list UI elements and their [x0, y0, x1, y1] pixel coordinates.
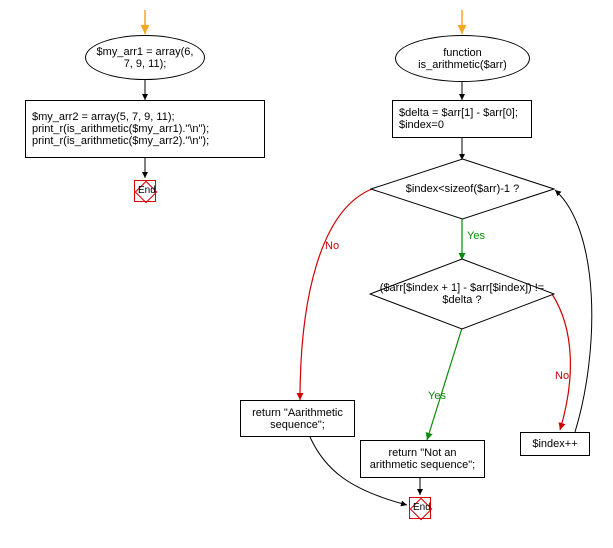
cond2-text: ($arr[$index + 1] - $arr[$index]) != $de…: [377, 282, 547, 306]
process-text-left: $my_arr2 = array(5, 7, 9, 11); print_r(i…: [32, 111, 209, 147]
cond1-yes-label: Yes: [467, 230, 485, 242]
func-ellipse: function is_arithmetic($arr): [395, 35, 530, 82]
start-ellipse-left: $my_arr1 = array(6, 7, 9, 11);: [85, 35, 205, 80]
cond2-yes-label: Yes: [428, 390, 446, 402]
return-b-rect: return "Not an arithmetic sequence";: [360, 440, 485, 478]
end-label-left: End: [138, 185, 156, 196]
increment-text: $index++: [532, 438, 577, 450]
decision-cond1: $index<sizeof($arr)-1 ?: [370, 158, 555, 220]
init-rect: $delta = $arr[1] - $arr[0]; $index=0: [392, 100, 532, 138]
decision-cond2: ($arr[$index + 1] - $arr[$index]) != $de…: [369, 258, 555, 330]
cond1-text: $index<sizeof($arr)-1 ?: [406, 183, 519, 195]
return-a-text: return "Aarithmetic sequence";: [247, 407, 348, 431]
return-b-text: return "Not an arithmetic sequence";: [367, 447, 478, 471]
return-a-rect: return "Aarithmetic sequence";: [240, 400, 355, 437]
func-text: function is_arithmetic($arr): [402, 47, 523, 71]
cond2-no-label: No: [555, 370, 569, 382]
end-label-right: End: [413, 502, 431, 513]
start-text-left: $my_arr1 = array(6, 7, 9, 11);: [92, 46, 198, 70]
process-rect-left: $my_arr2 = array(5, 7, 9, 11); print_r(i…: [25, 100, 265, 158]
increment-rect: $index++: [520, 432, 590, 456]
init-text: $delta = $arr[1] - $arr[0]; $index=0: [399, 107, 518, 131]
cond1-no-label: No: [325, 240, 339, 252]
